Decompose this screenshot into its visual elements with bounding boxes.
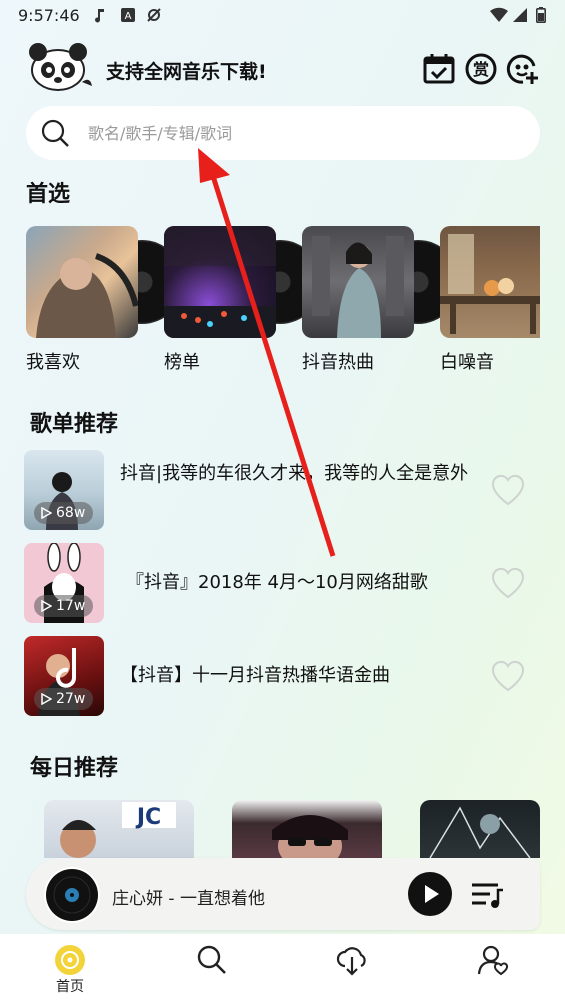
heart-icon[interactable] bbox=[490, 472, 526, 508]
play-icon bbox=[41, 600, 52, 612]
daily-title: 每日推荐 bbox=[30, 756, 119, 781]
status-time: 9:57:46 bbox=[18, 6, 80, 25]
app-header: 支持全网音乐下载! 赏 bbox=[0, 40, 565, 96]
tab-label: 首页 bbox=[56, 979, 84, 995]
play-count-badge: 17w bbox=[34, 595, 94, 617]
search-icon bbox=[197, 945, 226, 974]
home-disc-icon bbox=[55, 945, 85, 975]
playlist-item[interactable]: 68w 抖音|我等的车很久才来，我等的人全是意外 bbox=[24, 450, 534, 530]
wifi-icon bbox=[490, 7, 508, 23]
svg-text:A: A bbox=[125, 11, 132, 22]
playlist-name: 『抖音』2018年 4月～10月网络甜歌 bbox=[126, 572, 428, 593]
music-note-icon bbox=[95, 9, 104, 23]
featured-label: 白噪音 bbox=[440, 352, 494, 373]
featured-title: 首选 bbox=[26, 182, 71, 207]
featured-card-charts[interactable]: 榜单 bbox=[164, 226, 322, 376]
now-playing-title: 庄心妍 - 一直想着他 bbox=[112, 889, 265, 909]
heart-icon[interactable] bbox=[490, 658, 526, 694]
daily-card[interactable]: JC bbox=[44, 800, 194, 858]
playlists-title: 歌单推荐 bbox=[30, 412, 119, 437]
svg-text:JC: JC bbox=[135, 805, 161, 830]
play-count: 68w bbox=[56, 505, 86, 521]
calendar-check-icon[interactable] bbox=[422, 52, 456, 86]
sync-off-icon bbox=[147, 8, 161, 22]
playlist-name: 【抖音】十一月抖音热播华语金曲 bbox=[120, 665, 390, 686]
tab-search[interactable] bbox=[152, 934, 272, 1004]
panda-logo-icon bbox=[29, 43, 92, 91]
tab-download[interactable] bbox=[292, 934, 412, 1004]
mini-player[interactable]: 庄心妍 - 一直想着他 bbox=[26, 858, 540, 930]
featured-card-white-noise[interactable]: 白噪音 bbox=[440, 226, 540, 376]
add-friend-icon[interactable] bbox=[506, 52, 540, 86]
profile-icon bbox=[477, 945, 508, 976]
svg-text:赏: 赏 bbox=[473, 60, 489, 79]
album-art bbox=[44, 867, 100, 923]
play-icon bbox=[41, 693, 52, 705]
playlist-name: 抖音|我等的车很久才来，我等的人全是意外 bbox=[120, 463, 469, 484]
featured-cover bbox=[164, 226, 276, 338]
featured-label: 抖音热曲 bbox=[302, 352, 374, 373]
daily-card[interactable] bbox=[232, 800, 382, 858]
daily-card[interactable] bbox=[420, 800, 540, 858]
app-title: 支持全网音乐下载! bbox=[106, 61, 267, 83]
featured-cover bbox=[440, 226, 540, 338]
play-button[interactable] bbox=[408, 872, 452, 916]
tab-home[interactable]: 首页 bbox=[10, 934, 130, 1004]
featured-card-douyin-hits[interactable]: 抖音热曲 bbox=[302, 226, 460, 376]
featured-cover bbox=[302, 226, 414, 338]
featured-label: 我喜欢 bbox=[26, 352, 80, 373]
search-icon bbox=[41, 119, 69, 147]
playlist-queue-icon[interactable] bbox=[470, 880, 504, 910]
tab-profile[interactable] bbox=[432, 934, 552, 1004]
playlist-item[interactable]: 27w 【抖音】十一月抖音热播华语金曲 bbox=[24, 636, 534, 716]
search-bar[interactable] bbox=[26, 106, 540, 160]
status-bar: 9:57:46 A bbox=[0, 0, 565, 32]
font-icon: A bbox=[121, 8, 135, 22]
tab-bar: 首页 bbox=[0, 934, 565, 1004]
heart-icon[interactable] bbox=[490, 565, 526, 601]
play-count-badge: 27w bbox=[34, 688, 94, 710]
search-input[interactable] bbox=[88, 118, 518, 148]
play-count: 17w bbox=[56, 598, 86, 614]
play-count: 27w bbox=[56, 691, 86, 707]
download-icon bbox=[336, 947, 366, 976]
featured-cover bbox=[26, 226, 138, 338]
play-icon bbox=[41, 507, 52, 519]
featured-card-favorites[interactable]: 我喜欢 bbox=[26, 226, 184, 376]
reward-icon[interactable]: 赏 bbox=[464, 52, 498, 86]
play-count-badge: 68w bbox=[34, 502, 94, 524]
signal-icon bbox=[513, 8, 527, 22]
playlist-item[interactable]: 17w 『抖音』2018年 4月～10月网络甜歌 bbox=[24, 543, 534, 623]
featured-label: 榜单 bbox=[164, 352, 200, 373]
battery-icon bbox=[536, 7, 546, 23]
